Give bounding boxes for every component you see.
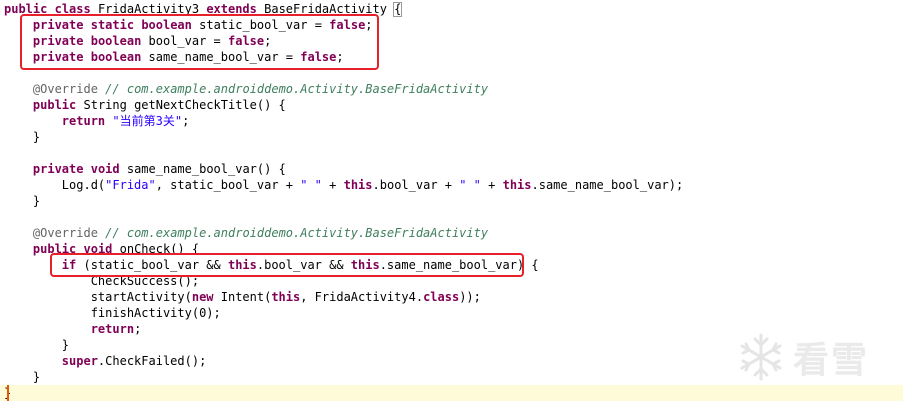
code-line[interactable]: }: [0, 193, 40, 209]
code-token: ;: [182, 114, 190, 128]
code-token: class: [423, 290, 460, 304]
code-token: this: [502, 178, 532, 192]
fields-highlight: [20, 14, 379, 70]
code-line[interactable]: [0, 209, 4, 225]
code-line[interactable]: [0, 65, 4, 81]
code-token: // com.example.androiddemo.Activity.Base…: [105, 82, 489, 96]
code-token: this: [271, 290, 301, 304]
code-token: .bool_var +: [372, 178, 460, 192]
code-token: Intent(: [213, 290, 272, 304]
code-token: " ": [459, 178, 481, 192]
code-token: same_name_bool_var() {: [119, 162, 286, 176]
code-line[interactable]: startActivity(new Intent(this, FridaActi…: [0, 289, 481, 305]
code-token: " ": [300, 178, 322, 192]
code-token: private: [32, 162, 84, 176]
code-token: }: [4, 338, 70, 352]
code-line[interactable]: public String getNextCheckTitle() {: [0, 97, 286, 113]
code-token: }: [4, 130, 41, 144]
code-line[interactable]: return;: [0, 321, 142, 337]
code-token: ));: [459, 290, 481, 304]
code-token: {: [393, 2, 403, 17]
condition-highlight: [50, 253, 524, 277]
code-line[interactable]: return "当前第3关";: [0, 113, 190, 129]
code-token: "Frida": [105, 178, 156, 192]
code-line[interactable]: }: [0, 337, 69, 353]
code-token: , FridaActivity4.: [300, 290, 424, 304]
code-token: .same_name_bool_var);: [531, 178, 684, 192]
code-editor[interactable]: public class FridaActivity3 extends Base…: [0, 0, 903, 407]
code-line[interactable]: private void same_name_bool_var() {: [0, 161, 286, 177]
code-line[interactable]: }: [0, 385, 903, 401]
code-token: // com.example.androiddemo.Activity.Base…: [105, 226, 489, 240]
code-token: String getNextCheckTitle() {: [76, 98, 286, 112]
code-token: return: [61, 114, 106, 128]
code-token: return: [90, 322, 135, 336]
code-line[interactable]: finishActivity(0);: [0, 305, 221, 321]
code-token: Log.d(: [4, 178, 106, 192]
code-token: ;: [134, 322, 142, 336]
watermark: 看雪: [735, 328, 895, 386]
code-line[interactable]: [0, 145, 4, 161]
code-line[interactable]: }: [0, 369, 40, 385]
code-token: .CheckFailed();: [97, 354, 207, 368]
code-line[interactable]: Log.d("Frida", static_bool_var + " " + t…: [0, 177, 683, 193]
code-token: finishActivity(0);: [4, 306, 221, 320]
code-token: , static_bool_var +: [155, 178, 301, 192]
code-token: startActivity(: [4, 290, 192, 304]
text-caret: [7, 385, 9, 401]
code-token: }: [4, 194, 41, 208]
code-token: @Override: [32, 226, 98, 240]
code-token: +: [321, 178, 344, 192]
code-token: "当前第3关": [112, 114, 183, 128]
code-token: new: [191, 290, 214, 304]
code-token: super: [61, 354, 98, 368]
code-token: this: [343, 178, 373, 192]
code-line[interactable]: @Override // com.example.androiddemo.Act…: [0, 81, 488, 97]
code-token: void: [90, 162, 120, 176]
code-line[interactable]: super.CheckFailed();: [0, 353, 207, 369]
snowflake-icon: [740, 333, 782, 381]
code-token: }: [4, 370, 41, 384]
code-token: @Override: [32, 82, 98, 96]
watermark-text: 看雪: [793, 340, 870, 381]
code-line[interactable]: @Override // com.example.androiddemo.Act…: [0, 225, 488, 241]
code-token: +: [480, 178, 503, 192]
code-line[interactable]: }: [0, 129, 40, 145]
code-token: public: [32, 98, 77, 112]
